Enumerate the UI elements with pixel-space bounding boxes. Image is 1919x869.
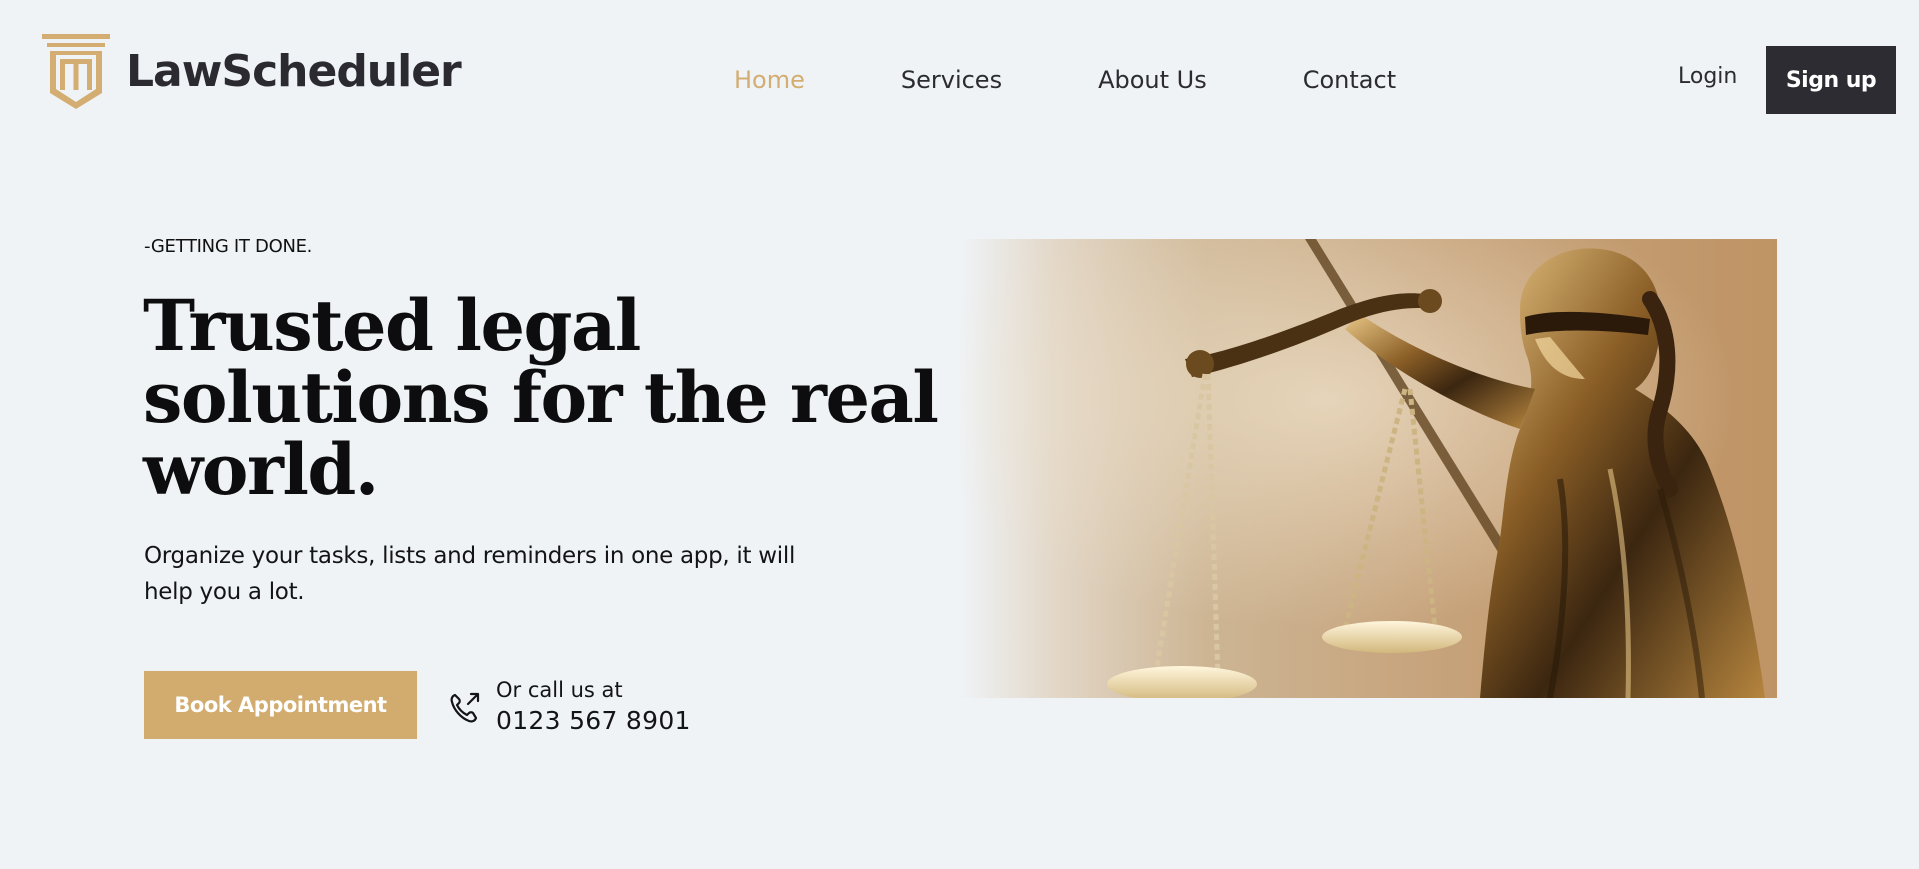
hero-eyebrow: -GETTING IT DONE. [144, 236, 313, 257]
call-us-block[interactable]: Or call us at 0123 567 8901 [448, 672, 691, 742]
lady-justice-statue-illustration [960, 239, 1777, 698]
nav-item-contact[interactable]: Contact [1303, 66, 1396, 94]
hero-description: Organize your tasks, lists and reminders… [144, 543, 796, 605]
nav-item-about-us[interactable]: About Us [1098, 66, 1207, 94]
phone-outgoing-icon [450, 692, 480, 723]
nav-item-services[interactable]: Services [901, 66, 1002, 94]
hero-title: Trusted legal solutions for the real wor… [143, 284, 939, 511]
main-nav: Home Services About Us Contact [734, 60, 1396, 100]
lady-justice-image [960, 239, 1777, 698]
book-appointment-button[interactable]: Book Appointment [144, 671, 417, 739]
login-link[interactable]: Login [1678, 64, 1737, 89]
site-header: LawScheduler Home Services About Us Cont… [0, 0, 1919, 160]
signup-button[interactable]: Sign up [1766, 46, 1896, 114]
pillar-logo-icon [42, 34, 110, 109]
call-us-label: Or call us at [496, 678, 623, 702]
phone-number[interactable]: 0123 567 8901 [496, 704, 691, 738]
call-us-text: Or call us at 0123 567 8901 [496, 676, 691, 738]
brand-logo[interactable]: LawScheduler [40, 30, 462, 112]
nav-item-home[interactable]: Home [734, 66, 805, 94]
brand-name: LawScheduler [126, 45, 462, 97]
